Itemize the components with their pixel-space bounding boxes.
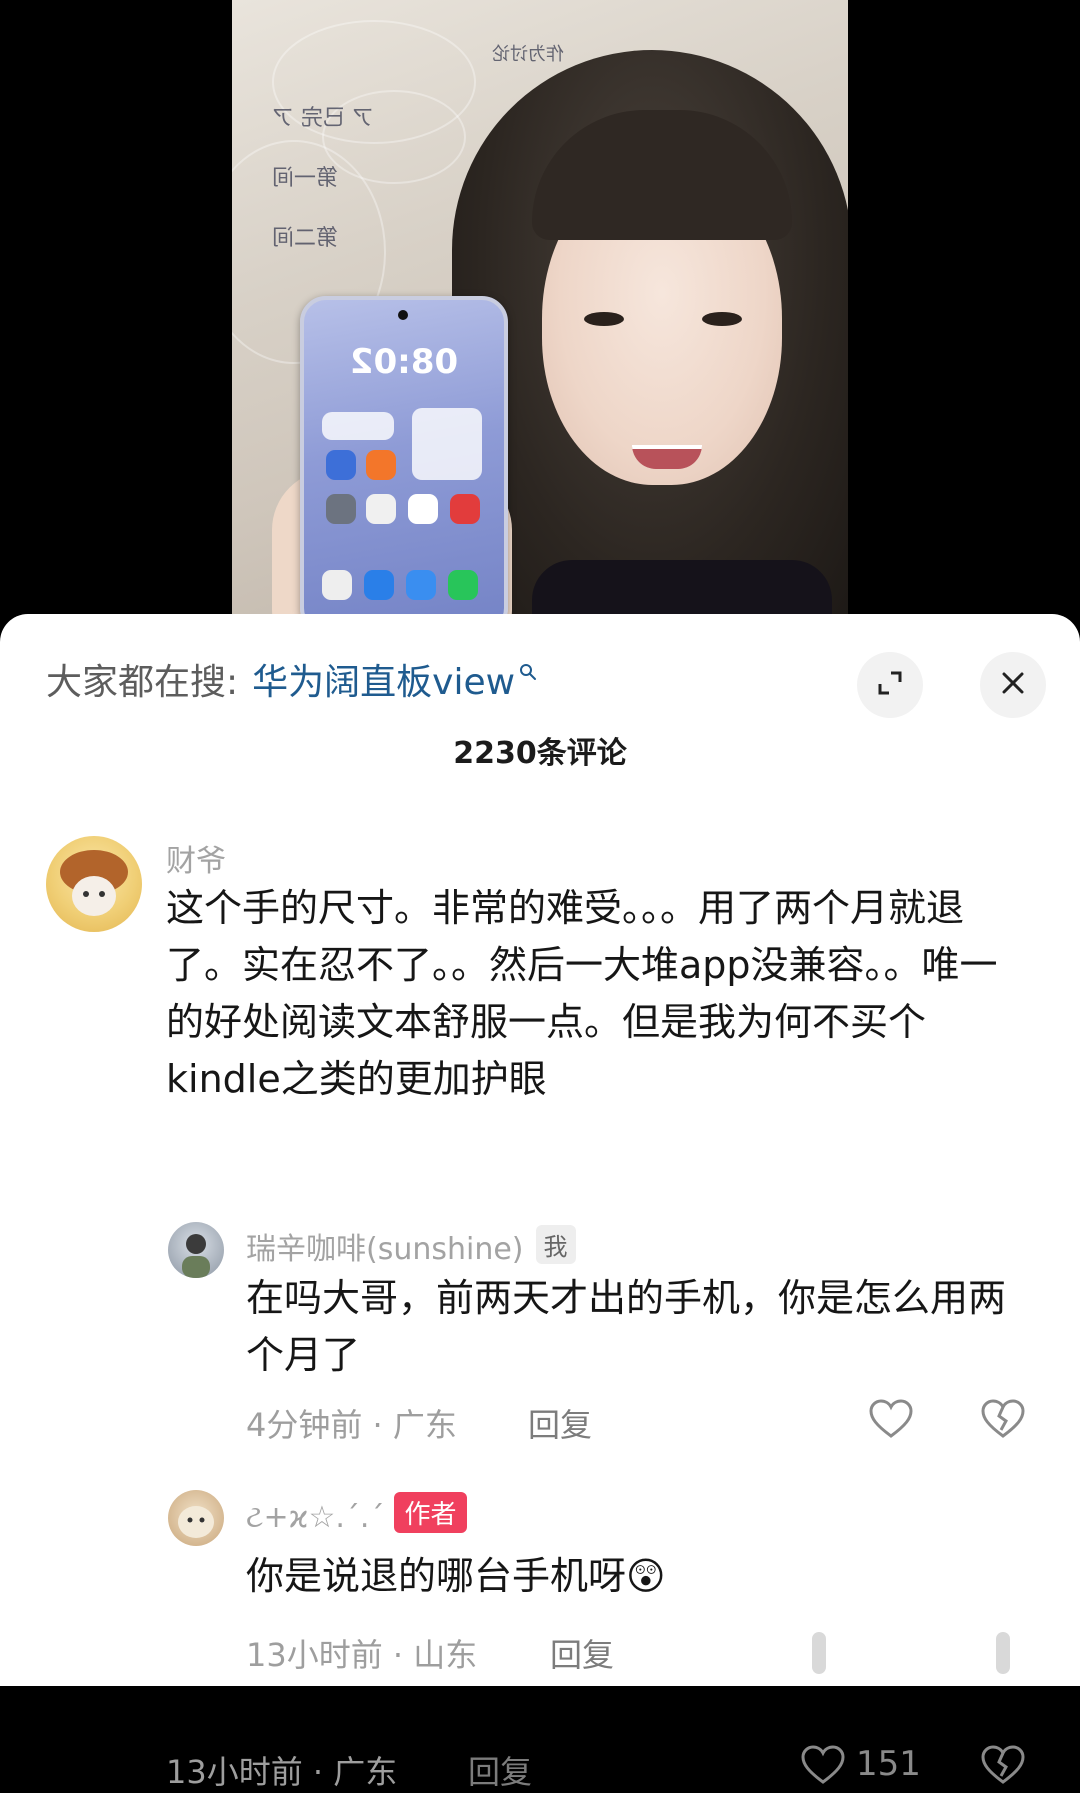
person-eye [584, 312, 624, 326]
app-icon [408, 494, 438, 524]
phone-camera [398, 310, 408, 320]
expand-button[interactable] [857, 652, 923, 718]
scroll-indicator [812, 1632, 826, 1674]
trending-search[interactable]: 大家都在搜: 华为阔直板view [46, 654, 537, 704]
search-icon [519, 649, 537, 690]
app-icon [366, 450, 396, 480]
heart-icon [868, 1399, 914, 1444]
phone-widget [412, 408, 482, 480]
reply-username: ટ+ϰ☆.ˊ.ˊ 作者 [246, 1492, 467, 1535]
trending-search-term[interactable]: 华为阔直板view [252, 653, 515, 705]
app-icon [448, 570, 478, 600]
avatar[interactable] [168, 1222, 224, 1278]
dislike-button[interactable] [980, 1398, 1026, 1444]
expand-icon [874, 667, 906, 703]
close-button[interactable] [980, 652, 1046, 718]
reply-meta: 4分钟前 · 广东 [246, 1406, 457, 1444]
broken-heart-icon [980, 1745, 1026, 1790]
wall-writing: ア 已完 ア [272, 106, 374, 131]
wall-writing: 第一间 [272, 166, 339, 191]
reply-text: 在吗大哥，前两天才出的手机，你是怎么用两个月了 [246, 1276, 1007, 1377]
person-eye [702, 312, 742, 326]
comment-username[interactable]: 财爷 [166, 836, 226, 880]
wall-writing: 第二间 [272, 226, 339, 251]
comment-meta: 13小时前 · 广东 [166, 1753, 398, 1791]
close-icon [999, 669, 1027, 701]
reply-button[interactable]: 回复 [468, 1747, 532, 1793]
phone-device: 08:02 [300, 296, 508, 634]
heart-icon [800, 1745, 846, 1790]
avatar[interactable] [168, 1490, 224, 1546]
reply-button[interactable]: 回复 [550, 1630, 614, 1676]
like-button[interactable] [868, 1398, 914, 1444]
app-icon [366, 494, 396, 524]
like-count: 151 [856, 1744, 921, 1784]
video-frame: ア 已完 ア 第一间 第二间 作为讨论 08:02 [232, 0, 848, 640]
app-icon [322, 570, 352, 600]
phone-widget [322, 412, 394, 440]
reply-text: 你是说退的哪台手机呀😲 [246, 1554, 666, 1598]
app-icon [450, 494, 480, 524]
app-icon [406, 570, 436, 600]
reply-meta: 13小时前 · 山东 [246, 1636, 478, 1674]
reply-username: 瑞辛咖啡(sunshine) 我 [246, 1224, 576, 1268]
app-icon [326, 450, 356, 480]
author-badge: 作者 [394, 1492, 467, 1533]
reply-username-text[interactable]: ટ+ϰ☆.ˊ.ˊ [246, 1500, 384, 1535]
app-icon [326, 494, 356, 524]
dislike-button[interactable] [980, 1744, 1026, 1790]
comment-text: 这个手的尺寸。非常的难受。。。用了两个月就退了。实在忍不了。。然后一大堆app没… [166, 886, 998, 1101]
reply-button[interactable]: 回复 [528, 1400, 592, 1446]
app-icon [364, 570, 394, 600]
trending-search-label: 大家都在搜: [46, 662, 239, 703]
me-badge: 我 [535, 1225, 576, 1264]
wall-writing: 作为讨论 [492, 44, 564, 65]
avatar[interactable] [46, 836, 142, 932]
like-button[interactable] [800, 1744, 846, 1790]
video-player[interactable]: ア 已完 ア 第一间 第二间 作为讨论 08:02 [0, 0, 1080, 640]
comment-count-title: 2230条评论 [453, 736, 627, 771]
reply-username-text[interactable]: 瑞辛咖啡(sunshine) [246, 1232, 524, 1267]
scroll-indicator [996, 1632, 1010, 1674]
broken-heart-icon [980, 1399, 1026, 1444]
phone-clock: 08:02 [349, 342, 459, 382]
comments-sheet: 大家都在搜: 华为阔直板view 2230条评论 财爷 这个手的尺寸。非常的难受… [0, 614, 1080, 1791]
